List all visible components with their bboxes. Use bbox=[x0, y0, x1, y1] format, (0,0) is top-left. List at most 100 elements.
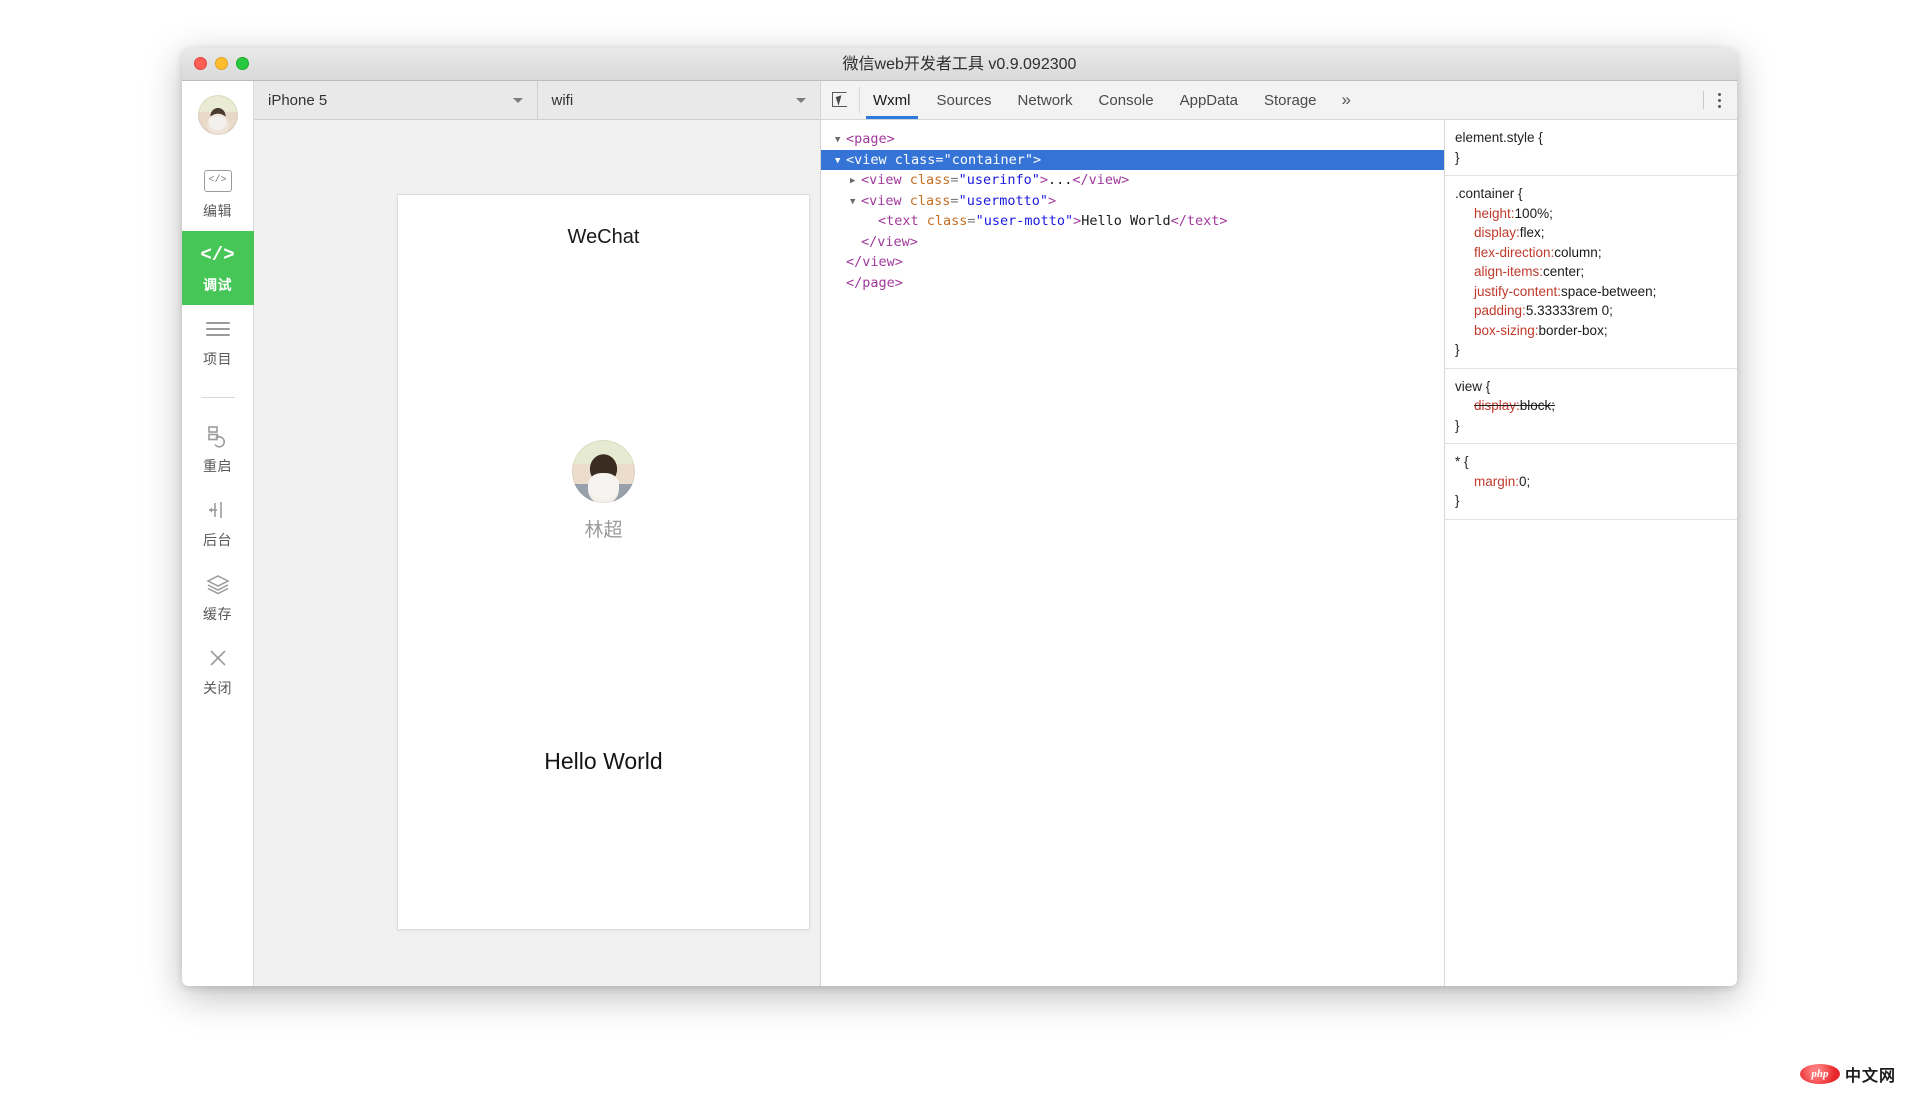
sidebar-item-label: 编辑 bbox=[203, 202, 232, 219]
style-property-value: 0; bbox=[1519, 473, 1531, 489]
tab-console[interactable]: Console bbox=[1086, 81, 1167, 119]
sidebar-item-close[interactable]: 关闭 bbox=[182, 634, 254, 708]
dom-node[interactable]: ▼<text class="user-motto">Hello World</t… bbox=[821, 211, 1444, 232]
devtools-options-button[interactable] bbox=[1703, 81, 1727, 119]
php-logo-icon: php bbox=[1799, 1064, 1840, 1084]
dom-node[interactable]: ▼</view> bbox=[821, 252, 1444, 273]
avatar[interactable] bbox=[197, 95, 238, 135]
tab-wxml[interactable]: Wxml bbox=[860, 81, 924, 119]
code-box-icon: </> bbox=[203, 168, 232, 194]
dom-token-tg: > bbox=[1047, 192, 1057, 209]
style-rule-selector: element.style { bbox=[1455, 130, 1543, 145]
window-body: </> 编辑 </> 调试 项目 重启 后台 缓存 关闭 iPhone 5 wi… bbox=[182, 81, 1737, 986]
dom-token-eq: = bbox=[967, 213, 976, 229]
phone-screen[interactable]: WeChat 林超 Hello World bbox=[397, 194, 810, 930]
sidebar-item-restart[interactable]: 重启 bbox=[182, 412, 254, 486]
dom-token-tg: </text> bbox=[1170, 213, 1228, 229]
device-toolbar: iPhone 5 wifi bbox=[254, 81, 820, 120]
style-rule[interactable]: .container {height:100%; display:flex; fle… bbox=[1445, 176, 1737, 369]
network-select-value: wifi bbox=[551, 91, 574, 109]
sidebar-item-label: 项目 bbox=[203, 350, 232, 367]
sidebar-item-label: 缓存 bbox=[203, 605, 232, 622]
style-property-value: 100%; bbox=[1514, 205, 1553, 221]
style-property-value: 5.33333rem 0; bbox=[1525, 303, 1613, 318]
dom-node[interactable]: ▼</page> bbox=[821, 273, 1444, 294]
toolbar-divider bbox=[1703, 91, 1704, 109]
tab-storage[interactable]: Storage bbox=[1251, 81, 1330, 119]
style-rule[interactable]: view {display:block;} bbox=[1445, 369, 1737, 444]
dom-tree[interactable]: ▼ <page> ▼ <view class="container"> ▶ <view c… bbox=[821, 120, 1445, 986]
chevron-down-icon[interactable]: ▼ bbox=[835, 130, 846, 151]
tab-network[interactable]: Network bbox=[1005, 81, 1086, 119]
style-declaration[interactable]: box-sizing:border-box; bbox=[1455, 321, 1727, 341]
style-declaration[interactable]: padding:5.33333rem 0; bbox=[1455, 301, 1727, 321]
device-select[interactable]: iPhone 5 bbox=[254, 81, 538, 119]
style-property-value: center; bbox=[1543, 264, 1585, 279]
sidebar-divider bbox=[200, 397, 235, 398]
style-property-name: display: bbox=[1474, 225, 1520, 240]
dom-token-tg: </view> bbox=[846, 254, 903, 270]
style-declaration[interactable]: display:block; bbox=[1455, 396, 1727, 416]
style-declaration[interactable]: flex-direction:column; bbox=[1455, 243, 1727, 263]
style-property-name: margin: bbox=[1474, 473, 1520, 489]
sidebar-item-cache[interactable]: 缓存 bbox=[182, 560, 254, 634]
window-titlebar: 微信web开发者工具 v0.9.092300 bbox=[182, 48, 1737, 81]
style-declaration[interactable]: align-items:center; bbox=[1455, 262, 1727, 282]
background-icon bbox=[205, 497, 231, 523]
style-property-name: justify-content: bbox=[1474, 283, 1562, 299]
dom-token-tg: <view bbox=[846, 151, 887, 168]
style-rule-selector: view { bbox=[1455, 378, 1491, 394]
chevron-down-icon[interactable]: ▼ bbox=[850, 192, 861, 213]
style-property-name: display: bbox=[1474, 398, 1520, 413]
dom-token-vl: "userinfo" bbox=[958, 172, 1040, 188]
devtools-tabbar: Wxml Sources Network Console AppData Sto… bbox=[821, 81, 1737, 120]
userinfo-block: 林超 bbox=[398, 440, 809, 542]
dom-token-vl: "user-motto" bbox=[975, 213, 1074, 229]
chevron-right-icon[interactable]: ▶ bbox=[850, 171, 861, 192]
style-declaration[interactable]: display:flex; bbox=[1455, 223, 1727, 243]
style-rule-selector: * { bbox=[1455, 454, 1469, 469]
dom-node-selected[interactable]: ▼ <view class="container"> bbox=[821, 149, 1444, 172]
chevron-down-icon[interactable]: ▼ bbox=[835, 151, 846, 172]
dom-node[interactable]: ▶ <view class="userinfo">...</view> bbox=[821, 170, 1444, 191]
watermark-text: 中文网 bbox=[1844, 1068, 1896, 1085]
tab-label: Wxml bbox=[873, 91, 911, 109]
style-declaration[interactable]: height:100%; bbox=[1455, 204, 1727, 224]
style-rule[interactable]: element.style {} bbox=[1445, 120, 1737, 176]
dom-token-vl: "container" bbox=[943, 151, 1033, 168]
network-select[interactable]: wifi bbox=[538, 81, 821, 119]
devtools-panel: Wxml Sources Network Console AppData Sto… bbox=[821, 81, 1737, 986]
dom-node[interactable]: ▼ <page> bbox=[821, 129, 1444, 150]
styles-panel[interactable]: element.style {} .container {height:100%;… bbox=[1445, 120, 1737, 986]
more-tabs-icon[interactable]: » bbox=[1330, 81, 1363, 119]
style-declaration[interactable]: margin:0; bbox=[1455, 472, 1727, 492]
sidebar-item-label: 调试 bbox=[203, 276, 232, 293]
sidebar-item-debug[interactable]: </> 调试 bbox=[182, 231, 254, 305]
sidebar-item-edit[interactable]: </> 编辑 bbox=[182, 157, 254, 231]
sidebar-item-project[interactable]: 项目 bbox=[182, 305, 254, 379]
dom-token-tg: > bbox=[1039, 172, 1048, 188]
sidebar-item-background[interactable]: 后台 bbox=[182, 486, 254, 560]
user-avatar[interactable] bbox=[572, 440, 635, 503]
sidebar-item-label: 关闭 bbox=[203, 679, 232, 696]
dom-token-vl: "usermotto" bbox=[958, 192, 1048, 209]
tab-sources[interactable]: Sources bbox=[924, 81, 1005, 119]
inspect-element-icon[interactable] bbox=[821, 87, 860, 113]
dom-token-tg: </view> bbox=[861, 233, 918, 250]
style-property-value: block; bbox=[1519, 398, 1556, 413]
tab-label: AppData bbox=[1179, 91, 1238, 109]
dom-node[interactable]: ▼</view> bbox=[821, 232, 1444, 253]
style-rule-close: } bbox=[1455, 493, 1460, 508]
code-angle-icon: </> bbox=[200, 243, 235, 266]
style-property-name: height: bbox=[1474, 205, 1515, 221]
dom-token-at: class bbox=[894, 151, 936, 168]
tab-appdata[interactable]: AppData bbox=[1167, 81, 1251, 119]
style-rule[interactable]: * { margin:0;} bbox=[1445, 444, 1737, 520]
dom-token-at: class bbox=[909, 192, 951, 209]
style-declaration[interactable]: justify-content:space-between; bbox=[1455, 282, 1727, 302]
style-property-value: space-between; bbox=[1561, 283, 1657, 299]
dom-node[interactable]: ▼ <view class="usermotto"> bbox=[821, 191, 1444, 212]
